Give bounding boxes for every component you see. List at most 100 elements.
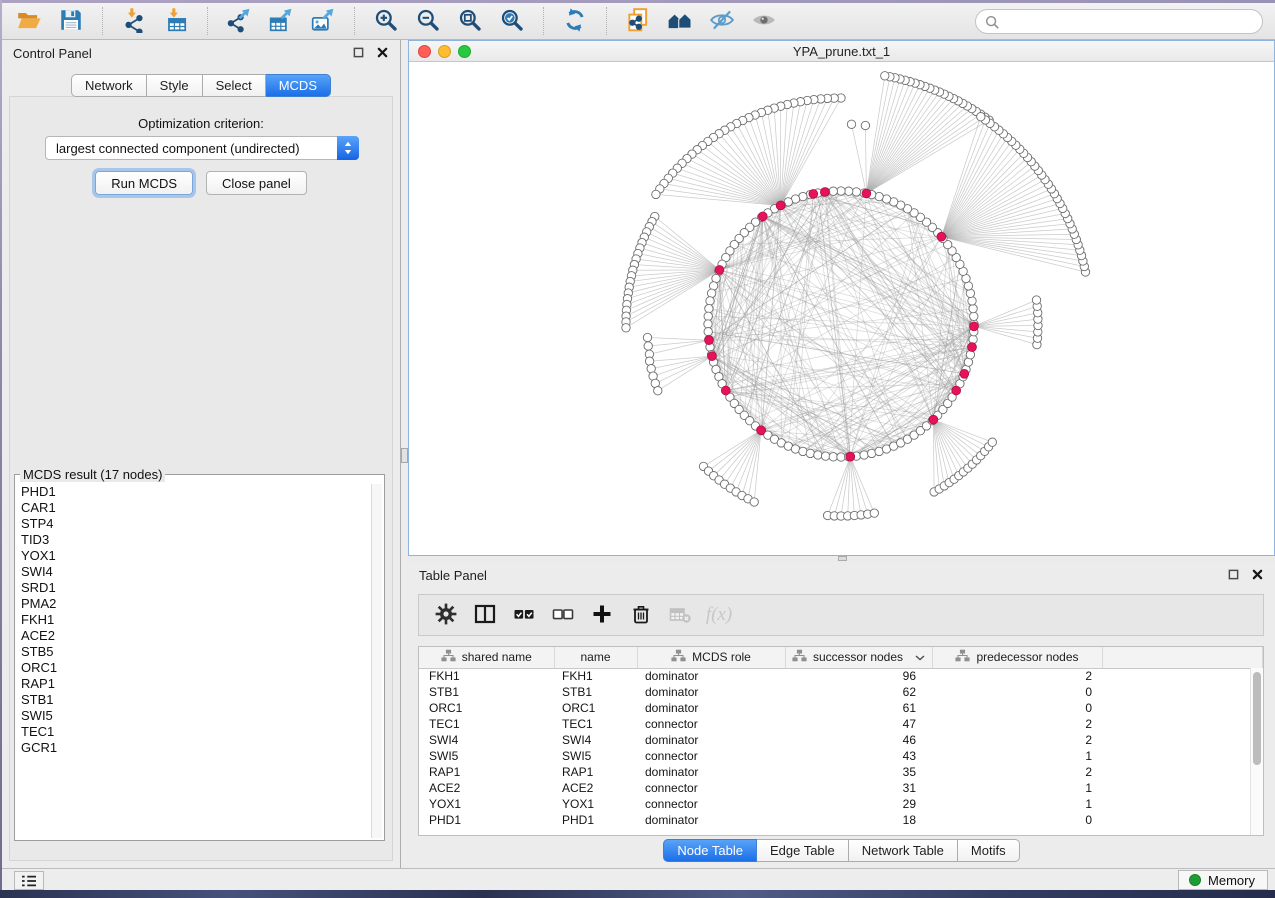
dominator-node[interactable] <box>820 188 829 197</box>
deselect-all-button[interactable] <box>550 601 576 629</box>
float-panel-icon[interactable] <box>353 47 364 58</box>
window-zoom-button[interactable] <box>458 45 471 58</box>
tab-edge-table[interactable]: Edge Table <box>757 839 849 862</box>
column-header-name[interactable]: name <box>554 647 637 668</box>
mcds-result-item[interactable]: STP4 <box>21 516 370 532</box>
mcds-result-item[interactable]: YOX1 <box>21 548 370 564</box>
zoom-fit-button[interactable] <box>453 6 487 36</box>
search-box[interactable] <box>975 9 1263 34</box>
table-row[interactable]: SWI4SWI4dominator462 <box>419 732 1263 748</box>
search-input[interactable] <box>1000 12 1262 32</box>
close-panel-icon[interactable] <box>377 47 388 58</box>
mcds-result-item[interactable]: PHD1 <box>21 484 370 500</box>
dominator-node[interactable] <box>952 386 961 395</box>
mcds-result-item[interactable]: GCR1 <box>21 740 370 756</box>
memory-button[interactable]: Memory <box>1178 870 1268 890</box>
scrollbar-thumb[interactable] <box>1253 672 1261 765</box>
clone-network-button[interactable] <box>621 6 655 36</box>
tab-network-table[interactable]: Network Table <box>849 839 958 862</box>
criterion-dropdown[interactable]: largest connected component (undirected) <box>45 136 359 160</box>
mcds-result-item[interactable]: TEC1 <box>21 724 370 740</box>
dominator-node[interactable] <box>705 336 714 345</box>
table-row[interactable]: STB1STB1dominator620 <box>419 684 1263 700</box>
close-panel-button[interactable]: Close panel <box>206 171 307 195</box>
window-close-button[interactable] <box>418 45 431 58</box>
select-all-button[interactable] <box>511 601 537 629</box>
tab-mcds[interactable]: MCDS <box>266 74 331 97</box>
mcds-result-item[interactable]: SRD1 <box>21 580 370 596</box>
task-history-button[interactable] <box>14 871 44 890</box>
column-header-shared-name[interactable]: shared name <box>419 647 554 668</box>
hide-selected-button[interactable] <box>705 6 739 36</box>
table-row[interactable]: PHD1PHD1dominator180 <box>419 812 1263 828</box>
zoom-out-button[interactable] <box>411 6 445 36</box>
import-table-button[interactable] <box>159 6 193 36</box>
mcds-result-item[interactable]: SWI5 <box>21 708 370 724</box>
dominator-node[interactable] <box>960 369 969 378</box>
tab-node-table[interactable]: Node Table <box>663 839 757 862</box>
zoom-selected-button[interactable] <box>495 6 529 36</box>
vertical-splitter[interactable] <box>400 40 408 868</box>
dominator-node[interactable] <box>715 266 724 275</box>
tab-motifs[interactable]: Motifs <box>958 839 1020 862</box>
column-header-successor-nodes[interactable]: successor nodes <box>785 647 932 668</box>
mcds-result-item[interactable]: SWI4 <box>21 564 370 580</box>
dominator-node[interactable] <box>970 322 979 331</box>
network-canvas[interactable] <box>409 62 1274 555</box>
dominator-node[interactable] <box>862 189 871 198</box>
split-panel-button[interactable] <box>472 601 498 629</box>
mcds-result-item[interactable]: ACE2 <box>21 628 370 644</box>
table-row[interactable]: YOX1YOX1connector291 <box>419 796 1263 812</box>
dominator-node[interactable] <box>776 201 785 210</box>
mcds-result-item[interactable]: RAP1 <box>21 676 370 692</box>
mcds-result-item[interactable]: STB1 <box>21 692 370 708</box>
mcds-result-list[interactable]: PHD1CAR1STP4TID3YOX1SWI4SRD1PMA2FKH1ACE2… <box>15 484 370 840</box>
mcds-result-item[interactable]: CAR1 <box>21 500 370 516</box>
table-row[interactable]: ORC1ORC1dominator610 <box>419 700 1263 716</box>
result-list-scrollbar[interactable] <box>371 484 382 838</box>
dominator-node[interactable] <box>937 232 946 241</box>
dominator-node[interactable] <box>757 426 766 435</box>
mcds-result-item[interactable]: ORC1 <box>21 660 370 676</box>
save-session-button[interactable] <box>54 6 88 36</box>
tab-style[interactable]: Style <box>147 74 203 97</box>
table-row[interactable]: SWI5SWI5connector431 <box>419 748 1263 764</box>
delete-column-button[interactable] <box>628 601 654 629</box>
table-row[interactable]: TEC1TEC1connector472 <box>419 716 1263 732</box>
add-column-button[interactable] <box>589 601 615 629</box>
refresh-view-button[interactable] <box>558 6 592 36</box>
import-network-button[interactable] <box>117 6 151 36</box>
tab-network[interactable]: Network <box>71 74 147 97</box>
mcds-result-item[interactable]: TID3 <box>21 532 370 548</box>
table-scrollbar[interactable] <box>1250 668 1263 835</box>
dominator-node[interactable] <box>809 190 818 199</box>
first-neighbors-button[interactable] <box>663 6 697 36</box>
table-row[interactable]: FKH1FKH1dominator962 <box>419 668 1263 684</box>
table-settings-button[interactable] <box>433 601 459 629</box>
column-header-mcds-role[interactable]: MCDS role <box>637 647 785 668</box>
splitter-handle-icon[interactable] <box>401 448 408 463</box>
dominator-node[interactable] <box>929 415 938 424</box>
mcds-result-item[interactable]: FKH1 <box>21 612 370 628</box>
open-file-button[interactable] <box>12 6 46 36</box>
dominator-node[interactable] <box>846 452 855 461</box>
zoom-in-button[interactable] <box>369 6 403 36</box>
show-all-button[interactable] <box>747 6 781 36</box>
run-mcds-button[interactable]: Run MCDS <box>95 171 193 195</box>
export-image-button[interactable] <box>306 6 340 36</box>
dominator-node[interactable] <box>721 386 730 395</box>
export-table-button[interactable] <box>264 6 298 36</box>
splitter-handle-icon[interactable] <box>838 556 847 561</box>
export-network-button[interactable] <box>222 6 256 36</box>
table-row[interactable]: ACE2ACE2connector311 <box>419 780 1263 796</box>
dominator-node[interactable] <box>968 343 977 352</box>
dominator-node[interactable] <box>708 352 717 361</box>
window-minimize-button[interactable] <box>438 45 451 58</box>
tab-select[interactable]: Select <box>203 74 266 97</box>
mcds-result-item[interactable]: PMA2 <box>21 596 370 612</box>
dominator-node[interactable] <box>758 212 767 221</box>
table-row[interactable]: RAP1RAP1dominator352 <box>419 764 1263 780</box>
mcds-result-item[interactable]: STB5 <box>21 644 370 660</box>
close-panel-icon[interactable] <box>1252 569 1263 580</box>
float-panel-icon[interactable] <box>1228 569 1239 580</box>
